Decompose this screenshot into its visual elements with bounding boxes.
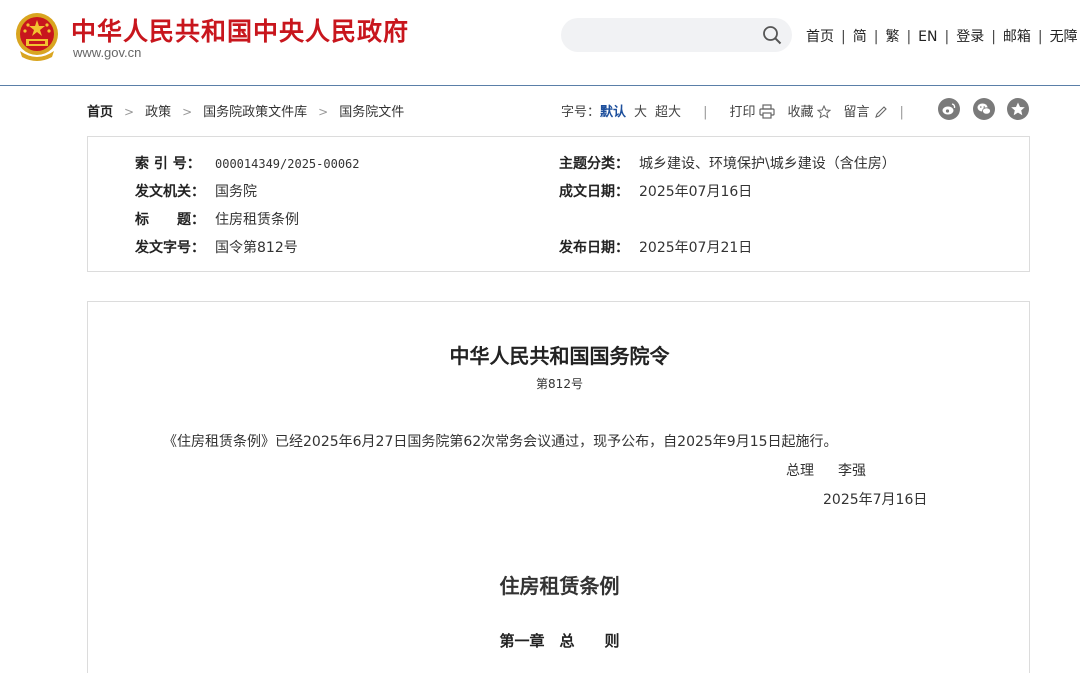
font-size-label: 字号： [561, 105, 601, 120]
chapter-heading: 第一章 总 则 [499, 632, 620, 650]
pencil-icon [874, 106, 887, 118]
chevron-right-icon: > [182, 105, 193, 119]
breadcrumb-policy[interactable]: 政策 [145, 105, 171, 120]
meta-value: 000014349/2025-00062 [215, 157, 360, 171]
meta-label: 发布日期： [559, 240, 629, 256]
comment-button[interactable]: 留言 [843, 105, 887, 120]
meta-issuer: 发文机关： 国务院 [135, 181, 257, 201]
decree-number: 第812号 [536, 377, 583, 391]
divider: | [873, 29, 879, 45]
meta-label: 主题分类： [559, 156, 629, 172]
favorite-share-button[interactable] [1007, 98, 1029, 120]
document-meta-table: 索 引 号： 000014349/2025-00062 发文机关： 国务院 标 题：… [87, 136, 1030, 272]
wechat-icon [977, 103, 991, 115]
signature-date: 2025年7月16日 [823, 492, 928, 508]
meta-topic: 主题分类： 城乡建设、环境保护\城乡建设（含住房） [559, 153, 896, 173]
star-outline-icon [817, 105, 832, 119]
favorite-button[interactable]: 收藏 [787, 105, 832, 120]
weibo-share-button[interactable] [938, 98, 960, 120]
meta-created-date: 成文日期： 2025年07月16日 [559, 181, 752, 201]
breadcrumb-state-council-docs[interactable]: 国务院文件 [339, 105, 404, 120]
meta-label: 发文机关： [135, 184, 205, 200]
meta-published-date: 发布日期： 2025年07月21日 [559, 237, 752, 257]
meta-value: 城乡建设、环境保护\城乡建设（含住房） [639, 156, 896, 172]
article-content: 中华人民共和国国务院令 第812号 《住房租赁条例》已经2025年6月27日国务… [87, 301, 1030, 673]
meta-label: 发文字号： [135, 240, 205, 256]
meta-label: 索 引 号： [135, 156, 201, 172]
font-size-large[interactable]: 大 [634, 105, 647, 120]
nav-traditional-link[interactable]: 繁 [885, 29, 899, 45]
divider: | [703, 105, 708, 120]
favorite-label: 收藏 [787, 105, 814, 120]
print-button[interactable]: 打印 [729, 104, 776, 120]
meta-value: 住房租赁条例 [215, 212, 299, 228]
search-input[interactable] [561, 18, 792, 52]
article-tools: 字号：默认大超大 | 打印 收藏 留言 | [561, 101, 904, 120]
meta-doc-no: 发文字号： 国令第812号 [135, 237, 298, 257]
meta-label: 标 题： [135, 212, 205, 228]
breadcrumb-home[interactable]: 首页 [87, 105, 113, 120]
divider: | [1037, 29, 1043, 45]
divider: | [841, 29, 846, 45]
nav-simplified-link[interactable]: 简 [853, 29, 867, 45]
nav-home-link[interactable]: 首页 [806, 29, 834, 45]
font-size-default[interactable]: 默认 [600, 105, 626, 120]
breadcrumb-bar: 首页 > 政策 > 国务院政策文件库 > 国务院文件 字号：默认大超大 | 打印 收藏 留言 | [87, 98, 1030, 122]
divider: | [991, 29, 996, 45]
chevron-right-icon: > [318, 105, 329, 119]
site-header: 中华人民共和国中央人民政府 www.gov.cn 首页 | 简 | 繁 | EN | 登录 | 邮箱… [0, 0, 1080, 86]
meta-label: 成文日期： [559, 184, 629, 200]
breadcrumb-policy-library[interactable]: 国务院政策文件库 [203, 105, 307, 120]
divider: | [899, 105, 904, 120]
font-size-xlarge[interactable]: 超大 [655, 105, 681, 120]
meta-value: 2025年07月21日 [639, 240, 753, 256]
printer-icon [759, 104, 776, 119]
wechat-share-button[interactable] [973, 98, 995, 120]
chevron-right-icon: > [124, 105, 135, 119]
nav-english-link[interactable]: EN [918, 29, 937, 45]
meta-value: 国务院 [215, 184, 257, 200]
meta-value: 2025年07月16日 [639, 184, 753, 200]
divider: | [944, 29, 950, 45]
comment-label: 留言 [843, 105, 870, 120]
signer-title: 总理 [786, 463, 814, 479]
star-icon [1011, 102, 1025, 116]
top-nav: 首页 | 简 | 繁 | EN | 登录 | 邮箱 | 无障 [806, 26, 1078, 46]
regulation-title: 住房租赁条例 [499, 574, 620, 598]
print-label: 打印 [729, 105, 756, 120]
nav-login-link[interactable]: 登录 [956, 29, 984, 45]
nav-mail-link[interactable]: 邮箱 [1003, 29, 1031, 45]
meta-title: 标 题： 住房租赁条例 [135, 209, 299, 229]
divider: | [906, 29, 912, 45]
weibo-icon [942, 103, 956, 115]
meta-index-no: 索 引 号： 000014349/2025-00062 [135, 153, 360, 173]
site-title[interactable]: 中华人民共和国中央人民政府 [71, 12, 409, 48]
signer-name: 李强 [838, 463, 866, 479]
article-title: 中华人民共和国国务院令 [449, 344, 670, 368]
article-paragraph: 《住房租赁条例》已经2025年6月27日国务院第62次常务会议通过，现予公布，自… [163, 434, 838, 450]
site-url: www.gov.cn [73, 45, 142, 60]
meta-value: 国令第812号 [215, 240, 298, 256]
search-icon[interactable] [762, 25, 782, 45]
signature-line: 总理 李强 [786, 460, 866, 480]
breadcrumb: 首页 > 政策 > 国务院政策文件库 > 国务院文件 [87, 101, 404, 120]
national-emblem-icon[interactable] [14, 11, 60, 61]
nav-accessibility-link[interactable]: 无障 [1050, 29, 1078, 45]
